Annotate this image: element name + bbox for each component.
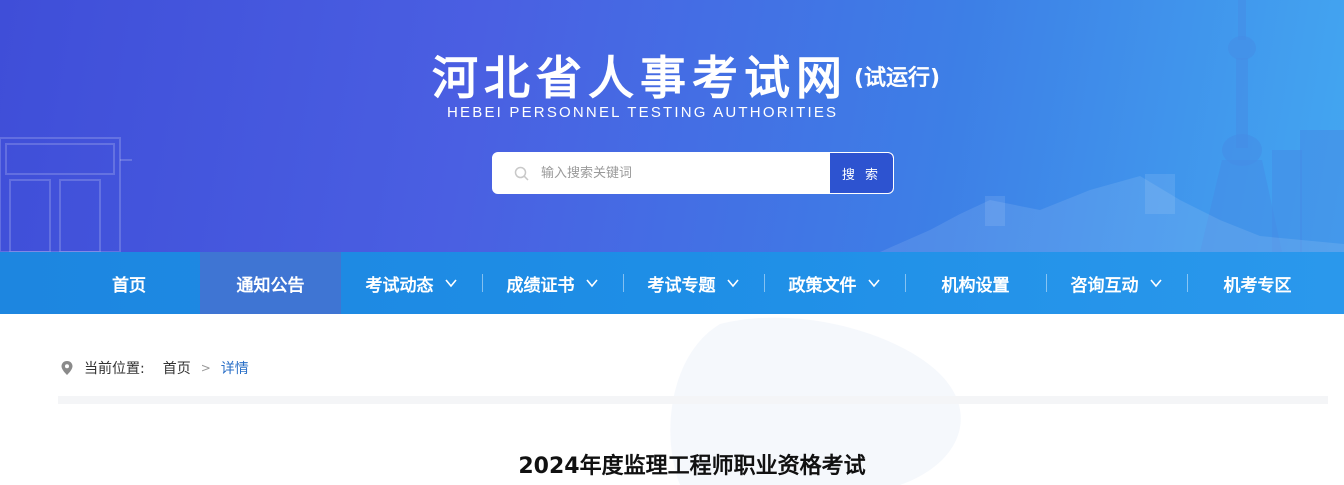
nav-item-label: 机考专区	[1223, 275, 1292, 296]
nav-item-computer-exam[interactable]: 机考专区	[1187, 252, 1328, 314]
breadcrumb: 当前位置: 首页 > 详情	[60, 358, 249, 378]
breadcrumb-home-link[interactable]: 首页	[163, 358, 191, 378]
nav-item-label: 咨询互动	[1070, 275, 1139, 296]
nav-item-consultation[interactable]: 咨询互动	[1046, 252, 1187, 314]
nav-item-label: 首页	[112, 275, 146, 296]
nav-item-label: 成绩证书	[506, 275, 575, 296]
site-title-suffix: (试运行)	[854, 66, 941, 91]
search-icon	[514, 166, 529, 181]
content-divider	[58, 396, 1328, 404]
search-input[interactable]	[541, 153, 829, 193]
chevron-down-icon	[585, 279, 598, 288]
banner-skyline-illustration	[0, 0, 1344, 252]
nav-item-home[interactable]: 首页	[58, 252, 200, 314]
main-nav: 首页 通知公告 考试动态 成绩证书 考试专题 政策文件 机构设置 咨询互动 机考…	[0, 252, 1344, 314]
main-content: 当前位置: 首页 > 详情 2024年度监理工程师职业资格考试	[0, 314, 1344, 485]
site-title: 河北省人事考试网	[432, 51, 848, 105]
nav-item-exam-news[interactable]: 考试动态	[341, 252, 482, 314]
chevron-down-icon	[726, 279, 739, 288]
nav-item-label: 考试动态	[365, 275, 434, 296]
breadcrumb-current: 详情	[220, 361, 249, 377]
breadcrumb-separator: >	[200, 361, 211, 375]
search-box: 搜 索	[492, 152, 894, 194]
nav-item-label: 政策文件	[788, 275, 857, 296]
nav-item-scores-certificates[interactable]: 成绩证书	[482, 252, 623, 314]
chevron-down-icon	[444, 279, 457, 288]
nav-item-label: 考试专题	[647, 275, 716, 296]
nav-item-organization[interactable]: 机构设置	[905, 252, 1046, 314]
chevron-down-icon	[1149, 279, 1162, 288]
nav-item-notices[interactable]: 通知公告	[200, 252, 341, 314]
location-pin-icon	[61, 361, 73, 375]
nav-item-policy-documents[interactable]: 政策文件	[764, 252, 905, 314]
breadcrumb-label: 当前位置:	[84, 361, 145, 377]
chevron-down-icon	[867, 279, 880, 288]
header-banner: 河北省人事考试网 (试运行) HEBEI PERSONNEL TESTING A…	[0, 0, 1344, 252]
site-subtitle: HEBEI PERSONNEL TESTING AUTHORITIES	[447, 104, 839, 121]
nav-item-label: 通知公告	[236, 275, 305, 296]
article-title: 2024年度监理工程师职业资格考试	[518, 454, 866, 479]
nav-item-label: 机构设置	[941, 275, 1010, 296]
nav-item-exam-topics[interactable]: 考试专题	[623, 252, 764, 314]
search-button[interactable]: 搜 索	[829, 153, 893, 193]
